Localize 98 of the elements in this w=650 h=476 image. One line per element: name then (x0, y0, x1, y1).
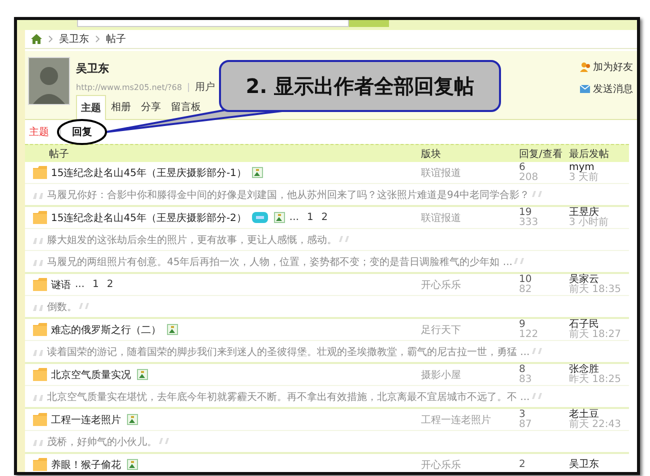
page-link[interactable]: 2 (321, 212, 328, 223)
folder-icon (33, 323, 47, 336)
last-poster-link[interactable]: 老土豆 (569, 410, 629, 420)
post-title-link[interactable]: 15连纪念赴名山45年（王昱庆摄影部分-1） (51, 166, 246, 180)
folder-icon (33, 413, 47, 426)
filter-link[interactable]: 主题 (29, 125, 49, 139)
profile-action-link[interactable]: 发送消息 (580, 82, 633, 96)
post-title-link[interactable]: 北京空气质量实况 (51, 368, 131, 382)
profile-tab[interactable]: 主题 (76, 95, 106, 120)
view-count: 82 (519, 284, 533, 294)
quote-close-icon (339, 236, 351, 244)
view-count: 333 (519, 218, 540, 228)
reply-count: 2 (519, 460, 526, 470)
last-poster-link[interactable]: 石子民 (569, 320, 629, 330)
user-name: 吴卫东 (76, 61, 110, 76)
user-label: 用户 (194, 80, 215, 94)
image-icon (252, 167, 264, 178)
profile-tab[interactable]: 分享 (136, 95, 166, 119)
last-post-time: 3 小时前 (569, 218, 610, 228)
reply-count: 8 (519, 364, 526, 374)
quote-open-icon (33, 438, 45, 446)
filter-link[interactable]: 回复 (72, 125, 92, 139)
post-title-link[interactable]: 难忘的俄罗斯之行（二） (51, 322, 161, 336)
view-count: 83 (519, 374, 533, 384)
quote-close-icon (532, 190, 544, 198)
reply-excerpt: 茂桥，好帅气的小伙儿。 (47, 436, 157, 448)
folder-icon (33, 368, 47, 381)
post-title-link[interactable]: 养眼！猴子偷花 (51, 458, 121, 472)
search-button[interactable] (349, 20, 389, 27)
last-poster-link[interactable]: 吴家云 (569, 274, 629, 284)
highlight-ellipse (57, 119, 107, 145)
column-header: 回复/查看 (519, 148, 564, 160)
column-header: 最后发帖 (569, 148, 610, 160)
quote-open-icon (33, 302, 45, 310)
reply-count: 6 (519, 162, 526, 172)
profile-tab[interactable]: 相册 (106, 95, 136, 119)
page-link[interactable]: 2 (106, 279, 114, 290)
post-title-link[interactable]: 工程一连老照片 (51, 412, 121, 426)
last-poster-link[interactable]: mym (569, 162, 629, 172)
breadcrumb-link[interactable]: 吴卫东 (59, 32, 89, 46)
reply-excerpt: 马履兄的两组照片有创意。45年后再拍一次，人物，位置，姿势都不变；变的是昔日调脸稚气的少年如 ... (47, 256, 512, 268)
reply-count: 3 (519, 410, 526, 420)
reply-excerpt: 滕大姐发的这张劫后余生的照片，更有故事，更让人感慨，感动。 (47, 234, 337, 246)
image-icon (127, 414, 138, 425)
envelope-icon (580, 84, 590, 94)
quote-close-icon (159, 438, 171, 446)
quote-close-icon (532, 348, 544, 356)
column-header: 版块 (421, 148, 442, 160)
reply-excerpt: 倒数。 (47, 300, 77, 314)
quote-close-icon (532, 392, 544, 400)
chevron-icon (48, 35, 53, 43)
quote-close-icon (79, 302, 91, 310)
folder-icon (33, 166, 47, 179)
post-title-link[interactable]: 谜语 (51, 278, 71, 292)
reply-excerpt: 马履兄你好：合影中你和滕得金中间的好像是刘建国，他从苏州回来了吗？这张照片难道是94中老同学合影？ (47, 188, 530, 202)
page-ellipsis: ... (289, 212, 299, 223)
profile-action-link[interactable]: 加为好友 (580, 60, 633, 74)
last-post-time: 前天 18:35 (569, 284, 622, 294)
tag-icon (252, 212, 268, 223)
quote-open-icon (33, 190, 45, 198)
avatar-placeholder (28, 57, 70, 105)
page-link[interactable]: 1 (92, 279, 99, 290)
quote-open-icon (33, 392, 45, 400)
quote-close-icon (514, 258, 526, 266)
reply-excerpt: 读着国荣的游记，随着国荣的脚步我们来到迷人的圣彼得堡。壮观的圣埃撒教堂，霸气的尼古拉一世，勇猛 ... (47, 346, 530, 358)
reply-count: 10 (519, 274, 533, 284)
view-count: 122 (519, 330, 540, 340)
last-post-time: 昨天 18:25 (569, 374, 622, 384)
reply-excerpt: 北京空气质量实在堪忧，去年底今年初就雾霾天不断。再不拿出有效措施，北京离最不宜居城市不远了。不 ... (47, 390, 530, 404)
image-icon (167, 324, 178, 335)
view-count: 87 (519, 420, 533, 430)
folder-icon (33, 278, 47, 291)
last-post-time: 前天 18:27 (569, 330, 622, 340)
quote-open-icon (33, 258, 45, 266)
last-poster-link[interactable]: 王昱庆 (569, 208, 629, 218)
quote-open-icon (33, 236, 45, 244)
view-count: 208 (519, 172, 540, 182)
chevron-icon (95, 35, 100, 43)
profile-tab[interactable]: 留言板 (166, 95, 206, 119)
page-link[interactable]: 1 (306, 212, 314, 223)
page-ellipsis: ... (75, 279, 85, 290)
image-icon (127, 459, 138, 470)
folder-icon (33, 211, 47, 224)
image-icon (137, 369, 148, 380)
home-icon (31, 34, 42, 44)
column-header: 帖子 (48, 148, 70, 160)
last-poster-link[interactable]: 张念胜 (569, 364, 629, 374)
folder-icon (33, 458, 47, 471)
reply-count: 9 (519, 320, 526, 330)
people-icon (580, 62, 590, 72)
last-poster-link[interactable]: 吴卫东 (569, 460, 629, 470)
post-title-link[interactable]: 15连纪念赴名山45年（王昱庆摄影部分-2） (51, 210, 246, 224)
image-icon (274, 212, 286, 223)
breadcrumb-link[interactable]: 帖子 (106, 32, 126, 46)
last-post-time: 前天 22:43 (569, 420, 622, 430)
quote-open-icon (33, 348, 45, 356)
reply-count: 19 (519, 208, 533, 218)
last-post-time: 3 天前 (569, 172, 600, 182)
